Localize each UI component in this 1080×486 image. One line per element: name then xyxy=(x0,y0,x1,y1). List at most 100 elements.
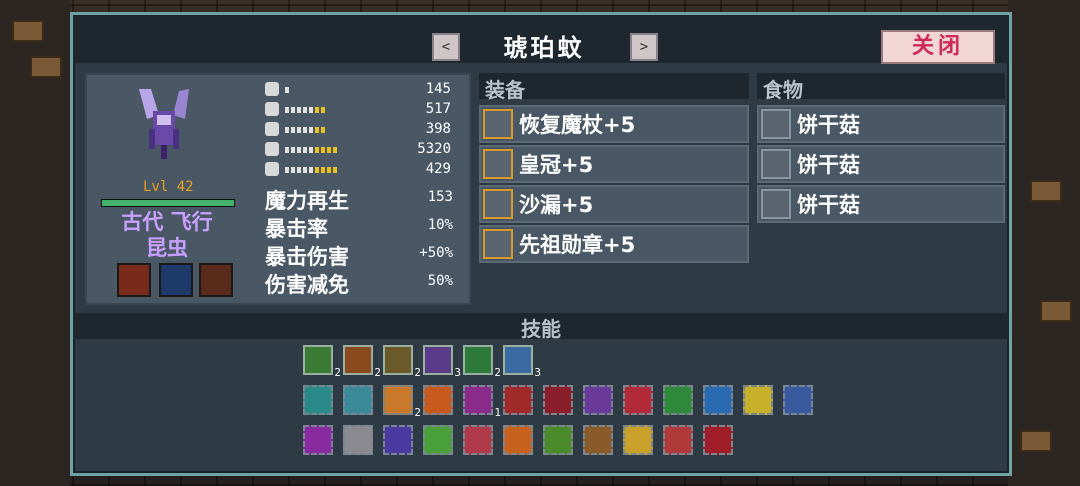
antler-icon[interactable] xyxy=(583,425,613,455)
eye-icon[interactable] xyxy=(503,385,533,415)
club-icon[interactable]: 2 xyxy=(343,345,381,379)
spiral-icon[interactable] xyxy=(383,425,413,455)
stat-value: 5320 xyxy=(417,141,451,157)
stat-pips xyxy=(285,147,345,153)
green-orb-icon[interactable]: 2 xyxy=(303,345,341,379)
close-button[interactable]: 关闭 xyxy=(881,30,995,64)
stat-pip xyxy=(315,107,319,113)
fire-up-trait-icon[interactable] xyxy=(117,263,151,297)
bubbles-icon[interactable]: 2 xyxy=(383,385,421,419)
sword-icon xyxy=(265,82,279,96)
potion-icon[interactable] xyxy=(343,385,373,415)
health-bar-fill xyxy=(102,200,234,206)
substat-label: 伤害减免 xyxy=(265,273,349,297)
stat-pip xyxy=(285,147,289,153)
prev-creature-button[interactable]: < xyxy=(432,33,460,61)
substat-label: 暴击伤害 xyxy=(265,245,349,269)
vine-icon[interactable] xyxy=(423,425,453,455)
green-wave-icon[interactable]: 2 xyxy=(463,345,501,379)
stat-pip xyxy=(303,87,307,93)
skull-icon[interactable] xyxy=(543,385,573,415)
skill-count: 2 xyxy=(334,366,341,379)
creature-title: 琥珀蚊 xyxy=(503,34,585,62)
stat-row: 429 xyxy=(265,161,451,179)
creature-panel: < 琥珀蚊 > 关闭 Lvl 42 古代 飞行 昆虫 145 517 398 5320… xyxy=(70,12,1012,476)
ice-icon[interactable] xyxy=(703,385,733,415)
stat-pip xyxy=(309,107,313,113)
creature-name-line2: 昆虫 xyxy=(146,236,188,260)
burst-icon[interactable] xyxy=(623,385,653,415)
skill-count: 2 xyxy=(414,366,421,379)
stat-pip xyxy=(303,147,307,153)
equipment-slot[interactable]: 先祖勋章+5 xyxy=(479,225,749,263)
fire-icon[interactable] xyxy=(423,385,453,415)
equipment-slot[interactable]: 沙漏+5 xyxy=(479,185,749,223)
stat-pip xyxy=(291,147,295,153)
stat-pip xyxy=(327,167,331,173)
food-slot[interactable]: 饼干菇 xyxy=(757,185,1005,223)
amber-mosquito-portrait xyxy=(139,89,189,159)
stone-icon[interactable] xyxy=(343,425,373,455)
stat-pip xyxy=(285,127,289,133)
stat-pip xyxy=(303,167,307,173)
substat-label: 魔力再生 xyxy=(265,189,349,213)
house-icon[interactable] xyxy=(663,425,693,455)
stat-value: 398 xyxy=(425,121,451,137)
health-bar xyxy=(101,199,235,207)
magnify-icon[interactable]: 1 xyxy=(463,385,501,419)
stat-pip xyxy=(321,127,325,133)
stat-pip xyxy=(315,127,319,133)
bulb-icon[interactable] xyxy=(743,385,773,415)
stat-pip xyxy=(291,127,295,133)
stat-pip xyxy=(309,127,313,133)
next-creature-button[interactable]: > xyxy=(630,33,658,61)
food-slot[interactable]: 饼干菇 xyxy=(757,105,1005,143)
stat-pip xyxy=(333,87,337,93)
food-slot[interactable]: 饼干菇 xyxy=(757,145,1005,183)
equipment-label: 先祖勋章+5 xyxy=(519,233,636,257)
skill-count: 2 xyxy=(414,406,421,419)
substat-label: 暴击率 xyxy=(265,217,328,241)
sparkle-trait-icon[interactable] xyxy=(199,263,233,297)
brain-icon[interactable] xyxy=(463,425,493,455)
mushroom-icon xyxy=(761,149,791,179)
stat-pip xyxy=(303,127,307,133)
stat-value: 517 xyxy=(425,101,451,117)
skill-count: 3 xyxy=(534,366,541,379)
spear-icon[interactable] xyxy=(783,385,813,415)
mushroom-icon xyxy=(761,189,791,219)
equipment-slot[interactable]: 恢复魔杖+5 xyxy=(479,105,749,143)
stat-pip xyxy=(285,167,289,173)
stat-pip xyxy=(303,107,307,113)
rope-icon[interactable] xyxy=(543,425,573,455)
heart-plant-icon[interactable] xyxy=(663,385,693,415)
sun-icon[interactable] xyxy=(623,425,653,455)
wall-brick xyxy=(30,56,62,78)
equipment-slot[interactable]: 皇冠+5 xyxy=(479,145,749,183)
purple-horn-icon[interactable]: 3 xyxy=(423,345,461,379)
stat-pip xyxy=(327,87,331,93)
wall-brick xyxy=(1020,430,1052,452)
claw-icon[interactable]: 2 xyxy=(383,345,421,379)
skill-count: 2 xyxy=(374,366,381,379)
drop-icon[interactable] xyxy=(303,425,333,455)
stat-pip xyxy=(333,107,337,113)
stat-pip xyxy=(321,107,325,113)
stat-pip xyxy=(291,87,295,93)
leaf-shield-trait-icon[interactable] xyxy=(159,263,193,297)
substat-mana-regen: 魔力再生 153 xyxy=(265,185,453,213)
chain-icon[interactable]: 3 xyxy=(503,345,541,379)
food-label: 饼干菇 xyxy=(797,193,860,217)
wall-brick xyxy=(1040,300,1072,322)
creature-name: 古代 飞行 昆虫 xyxy=(97,209,237,261)
staff-icon xyxy=(483,109,513,139)
substat-value: 153 xyxy=(427,189,453,205)
equipment-title: 装备 xyxy=(485,78,525,102)
substat-value: 10% xyxy=(427,217,453,233)
totem-icon[interactable] xyxy=(303,385,333,415)
substat-value: 50% xyxy=(427,273,453,289)
shield-icon xyxy=(265,122,279,136)
flame-ring-icon[interactable] xyxy=(503,425,533,455)
notes-icon[interactable] xyxy=(583,385,613,415)
demon-icon[interactable] xyxy=(703,425,733,455)
